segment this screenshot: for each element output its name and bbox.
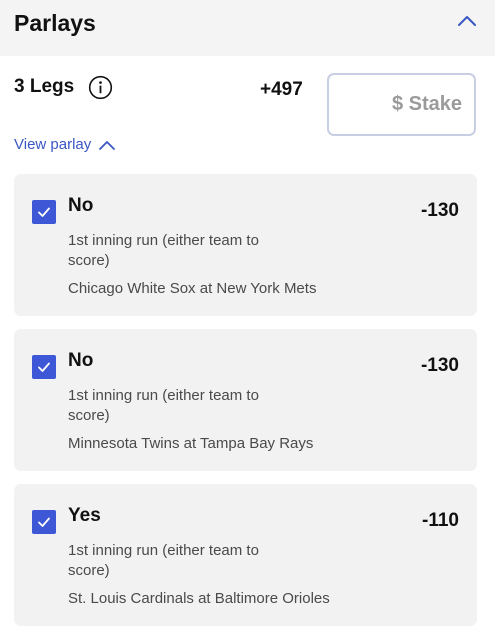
page-title: Parlays (14, 10, 96, 36)
parlays-header: Parlays (0, 0, 495, 56)
chevron-up-icon[interactable] (455, 10, 479, 34)
leg-selection: No (68, 195, 94, 216)
parlay-leg-card: No -130 1st inning run (either team to s… (14, 174, 477, 316)
leg-odds: -130 (420, 200, 459, 221)
leg-market: 1st inning run (either team to score) (68, 387, 259, 424)
info-icon[interactable] (88, 75, 113, 100)
leg-market: 1st inning run (either team to score) (68, 542, 259, 579)
chevron-up-icon (97, 135, 117, 155)
parlay-total-odds: +497 (260, 79, 303, 100)
leg-selection: Yes (68, 505, 101, 526)
checkmark-icon (38, 207, 50, 217)
view-parlay-toggle[interactable]: View parlay (14, 135, 117, 155)
leg-market: 1st inning run (either team to score) (68, 232, 259, 269)
stake-input[interactable] (327, 73, 476, 136)
leg-event: Chicago White Sox at New York Mets (68, 280, 317, 297)
leg-odds: -130 (420, 355, 459, 376)
leg-checkbox[interactable] (32, 510, 56, 534)
parlay-leg-card: No -130 1st inning run (either team to s… (14, 329, 477, 471)
leg-odds: -110 (422, 510, 459, 531)
checkmark-icon (38, 517, 50, 527)
leg-checkbox[interactable] (32, 355, 56, 379)
parlay-leg-card: Yes -110 1st inning run (either team to … (14, 484, 477, 626)
checkmark-icon (38, 362, 50, 372)
leg-event: Minnesota Twins at Tampa Bay Rays (68, 435, 314, 452)
leg-selection: No (68, 350, 94, 371)
view-parlay-label: View parlay (14, 136, 92, 153)
leg-event: St. Louis Cardinals at Baltimore Orioles (68, 590, 330, 607)
legs-count-label: 3 Legs (14, 76, 75, 97)
leg-checkbox[interactable] (32, 200, 56, 224)
